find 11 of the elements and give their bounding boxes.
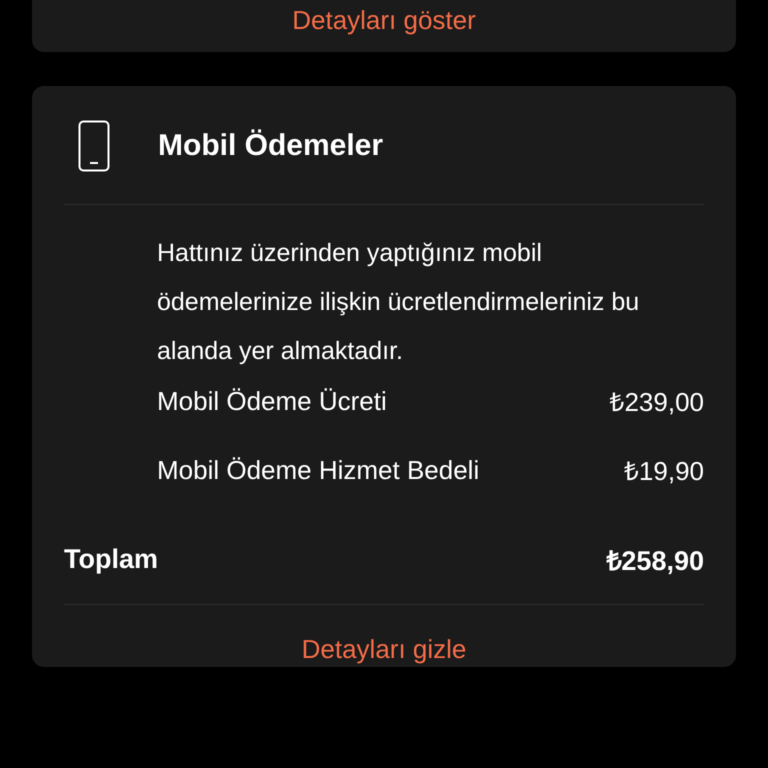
total-amount: ₺258,90 <box>606 544 704 578</box>
fee-amount: ₺19,90 <box>624 455 704 488</box>
total-label: Toplam <box>64 544 158 574</box>
phone-icon <box>78 120 110 172</box>
fee-label: Mobil Ödeme Ücreti <box>157 386 387 416</box>
show-details-link[interactable]: Detayları göster <box>292 2 476 38</box>
hide-details-link[interactable]: Detayları gizle <box>64 631 704 667</box>
fee-amount: ₺239,00 <box>609 386 704 419</box>
card-title: Mobil Ödemeler <box>158 129 384 163</box>
fee-label: Mobil Ödeme Hizmet Bedeli <box>157 454 480 486</box>
description-text: Hattınız üzerinden yaptığınız mobil ödemelerinize ilişkin ücretlendirmeleriniz bu alanda yer almaktadır. <box>157 238 640 367</box>
